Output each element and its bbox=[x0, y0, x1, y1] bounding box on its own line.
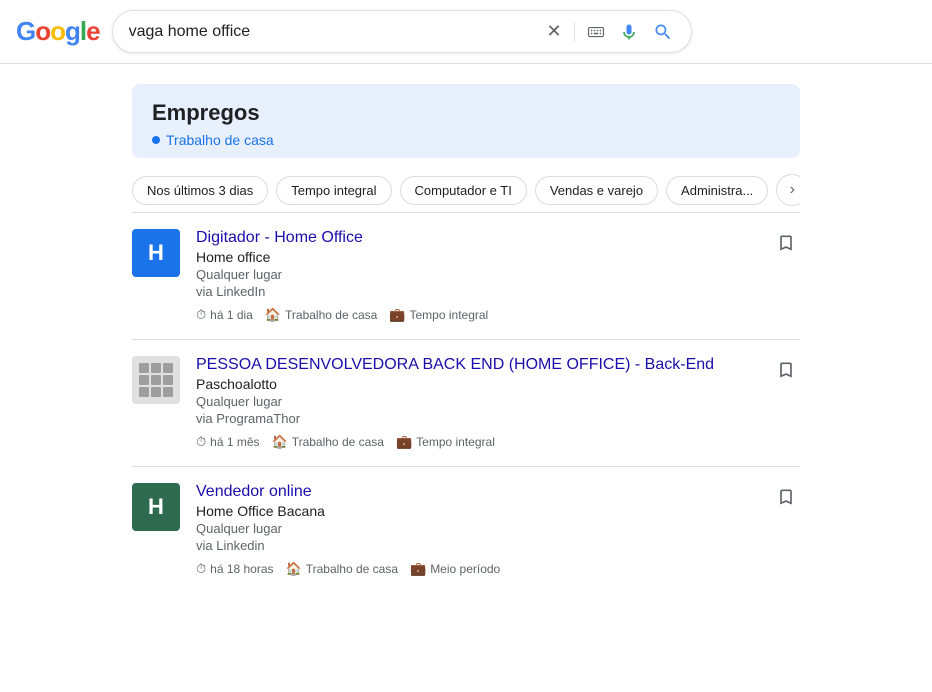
meta-work-3: 🏠 Trabalho de casa bbox=[286, 561, 398, 577]
search-button[interactable] bbox=[651, 20, 675, 44]
table-row: H Vendedor online Home Office Bacana Qua… bbox=[132, 466, 800, 593]
jobs-subtitle-text: Trabalho de casa bbox=[166, 132, 274, 148]
search-bar: ✕ bbox=[112, 10, 692, 53]
grid-icon bbox=[139, 363, 173, 397]
meta-type-2: 💼 Tempo integral bbox=[396, 434, 495, 450]
table-row: PESSOA DESENVOLVEDORA BACK END (HOME OFF… bbox=[132, 339, 800, 466]
job-company-3: Home Office Bacana bbox=[196, 503, 756, 519]
job-source-2: via ProgramaThor bbox=[196, 411, 756, 426]
bookmark-button-2[interactable] bbox=[772, 356, 800, 390]
job-location-1: Qualquer lugar bbox=[196, 267, 756, 282]
job-source-3: via Linkedin bbox=[196, 538, 756, 553]
bag-icon: 💼 bbox=[389, 307, 405, 323]
house-icon: 🏠 bbox=[272, 434, 288, 450]
header: Google ✕ bbox=[0, 0, 932, 64]
job-meta-3: ⏱ há 18 horas 🏠 Trabalho de casa 💼 Meio … bbox=[196, 561, 756, 577]
table-row: H Digitador - Home Office Home office Qu… bbox=[132, 212, 800, 339]
divider bbox=[574, 22, 575, 42]
clock-icon: ⏱ bbox=[196, 434, 206, 450]
job-source-1: via LinkedIn bbox=[196, 284, 756, 299]
keyboard-icon[interactable] bbox=[585, 21, 607, 43]
meta-time-3: ⏱ há 18 horas bbox=[196, 561, 274, 577]
job-company-2: Paschoalotto bbox=[196, 376, 756, 392]
job-info-2: PESSOA DESENVOLVEDORA BACK END (HOME OFF… bbox=[196, 356, 756, 450]
meta-work-2: 🏠 Trabalho de casa bbox=[272, 434, 384, 450]
house-icon: 🏠 bbox=[265, 307, 281, 323]
filter-chip-5[interactable]: Administra... bbox=[666, 176, 768, 205]
meta-type-1: 💼 Tempo integral bbox=[389, 307, 488, 323]
filter-chip-4[interactable]: Vendas e varejo bbox=[535, 176, 658, 205]
job-logo-1: H bbox=[132, 229, 180, 277]
job-title-1[interactable]: Digitador - Home Office bbox=[196, 229, 756, 247]
filters-next-button[interactable]: › bbox=[776, 174, 800, 206]
job-title-2[interactable]: PESSOA DESENVOLVEDORA BACK END (HOME OFF… bbox=[196, 356, 756, 374]
filter-chip-3[interactable]: Computador e TI bbox=[400, 176, 527, 205]
bookmark-button-3[interactable] bbox=[772, 483, 800, 517]
jobs-list: H Digitador - Home Office Home office Qu… bbox=[132, 212, 800, 593]
mic-icon[interactable] bbox=[617, 20, 641, 44]
job-logo-3: H bbox=[132, 483, 180, 531]
job-info-1: Digitador - Home Office Home office Qual… bbox=[196, 229, 756, 323]
logo-grid bbox=[132, 356, 180, 404]
job-company-1: Home office bbox=[196, 249, 756, 265]
job-info-3: Vendedor online Home Office Bacana Qualq… bbox=[196, 483, 756, 577]
job-location-3: Qualquer lugar bbox=[196, 521, 756, 536]
jobs-panel: Empregos Trabalho de casa bbox=[132, 84, 800, 158]
search-icons: ✕ bbox=[545, 19, 675, 44]
filter-chips: Nos últimos 3 dias Tempo integral Comput… bbox=[132, 174, 800, 206]
job-title-3[interactable]: Vendedor online bbox=[196, 483, 756, 501]
main-content: Empregos Trabalho de casa Nos últimos 3 … bbox=[116, 64, 816, 613]
job-meta-1: ⏱ há 1 dia 🏠 Trabalho de casa 💼 Tempo in… bbox=[196, 307, 756, 323]
blue-dot bbox=[152, 136, 160, 144]
clock-icon: ⏱ bbox=[196, 561, 206, 577]
jobs-subtitle: Trabalho de casa bbox=[152, 132, 780, 148]
meta-time-1: ⏱ há 1 dia bbox=[196, 307, 253, 323]
jobs-title: Empregos bbox=[152, 100, 780, 126]
job-meta-2: ⏱ há 1 mês 🏠 Trabalho de casa 💼 Tempo in… bbox=[196, 434, 756, 450]
bag-icon: 💼 bbox=[410, 561, 426, 577]
filter-chip-2[interactable]: Tempo integral bbox=[276, 176, 391, 205]
google-logo: Google bbox=[16, 16, 100, 47]
bookmark-button-1[interactable] bbox=[772, 229, 800, 263]
house-icon: 🏠 bbox=[286, 561, 302, 577]
bag-icon: 💼 bbox=[396, 434, 412, 450]
job-location-2: Qualquer lugar bbox=[196, 394, 756, 409]
meta-time-2: ⏱ há 1 mês bbox=[196, 434, 260, 450]
search-input[interactable] bbox=[129, 23, 535, 41]
clear-button[interactable]: ✕ bbox=[545, 19, 564, 44]
clock-icon: ⏱ bbox=[196, 307, 206, 323]
filter-chip-1[interactable]: Nos últimos 3 dias bbox=[132, 176, 268, 205]
job-logo-2 bbox=[132, 356, 180, 404]
meta-work-1: 🏠 Trabalho de casa bbox=[265, 307, 377, 323]
meta-type-3: 💼 Meio período bbox=[410, 561, 500, 577]
